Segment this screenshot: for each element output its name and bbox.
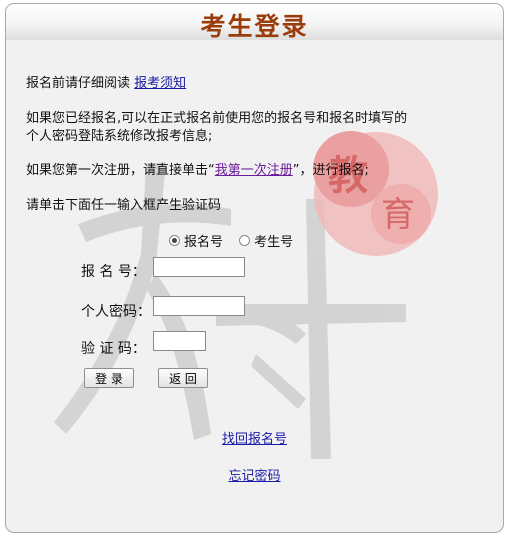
forgot-pwd-container: 忘记密码 bbox=[6, 465, 503, 484]
captcha-label: 验 证 码： bbox=[81, 341, 146, 357]
page-title: 考生登录 bbox=[200, 12, 309, 41]
radio-exam-number-dot[interactable] bbox=[239, 235, 251, 246]
login-panel: 考生登录 教 育 报名前请仔细阅读 报考须知 如果您已经报名,可以在正式报名前使… bbox=[5, 3, 504, 533]
first-register-prefix: 如果您第一次注册，请直接单击“ bbox=[26, 163, 215, 178]
header-bar: 考生登录 bbox=[6, 4, 503, 41]
intro-text: 报名前请仔细阅读 bbox=[26, 76, 131, 91]
password-input[interactable] bbox=[153, 296, 245, 316]
first-register-suffix: ”，进行报名; bbox=[292, 163, 369, 178]
find-reg-container: 找回报名号 bbox=[6, 428, 503, 447]
back-button[interactable]: 返 回 bbox=[158, 368, 208, 388]
first-register-link[interactable]: 我第一次注册 bbox=[215, 163, 293, 178]
forgot-password-link[interactable]: 忘记密码 bbox=[228, 469, 280, 484]
first-register-line: 如果您第一次注册，请直接单击“我第一次注册”，进行报名; bbox=[26, 162, 369, 179]
login-button[interactable]: 登 录 bbox=[84, 368, 134, 388]
reg-number-input[interactable] bbox=[153, 257, 245, 277]
svg-text:育: 育 bbox=[381, 195, 415, 235]
reg-number-label: 报 名 号： bbox=[81, 264, 146, 280]
captcha-input[interactable] bbox=[153, 331, 206, 351]
notice-line-1: 如果您已经报名,可以在正式报名前使用您的报名号和报名时填写的 bbox=[26, 111, 408, 126]
notice-line-2: 个人密码登陆系统修改报考信息; bbox=[26, 129, 213, 144]
login-type-group: 报名号 考生号 bbox=[169, 231, 305, 250]
intro-line: 报名前请仔细阅读 报考须知 bbox=[26, 75, 186, 92]
radio-reg-number-label: 报名号 bbox=[184, 235, 224, 250]
radio-reg-number-dot[interactable] bbox=[169, 235, 180, 246]
instruction-text: 请单击下面任一输入框产生验证码 bbox=[26, 198, 222, 213]
radio-exam-number-label: 考生号 bbox=[254, 235, 294, 250]
radio-reg-number[interactable]: 报名号 bbox=[169, 231, 223, 250]
radio-exam-number[interactable]: 考生号 bbox=[239, 231, 293, 250]
exam-notice-link[interactable]: 报考须知 bbox=[134, 76, 186, 91]
password-label: 个人密码： bbox=[81, 304, 151, 320]
find-reg-number-link[interactable]: 找回报名号 bbox=[222, 432, 287, 447]
